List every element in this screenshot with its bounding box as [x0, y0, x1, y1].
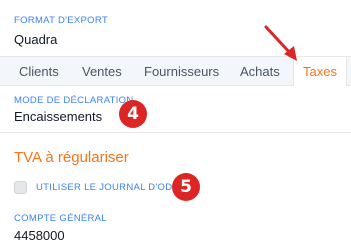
- tab-fournisseurs[interactable]: Fournisseurs: [144, 57, 219, 86]
- compte-general-value[interactable]: 4458000: [14, 228, 65, 243]
- journal-od-label[interactable]: UTILISER LE JOURNAL D'OD: [36, 182, 172, 193]
- compte-general-label: COMPTE GÉNÉRAL: [14, 213, 107, 224]
- tab-ventes[interactable]: Ventes: [82, 57, 122, 86]
- annotation-badge-5: 5: [172, 173, 200, 201]
- tva-section-title: TVA à régulariser: [14, 149, 129, 166]
- tab-clients[interactable]: Clients: [19, 57, 59, 86]
- declaration-mode-value[interactable]: Encaissements: [14, 109, 102, 124]
- journal-od-checkbox[interactable]: [14, 181, 27, 194]
- section-divider: [0, 132, 351, 133]
- red-arrow-icon: [264, 25, 297, 61]
- export-format-label: FORMAT D'EXPORT: [14, 15, 108, 26]
- export-settings-panel: FORMAT D'EXPORT Quadra Clients Ventes Fo…: [0, 0, 351, 247]
- declaration-mode-label: MODE DE DÉCLARATION: [14, 95, 134, 106]
- annotation-badge-4: 4: [119, 100, 147, 128]
- export-format-value[interactable]: Quadra: [14, 32, 57, 47]
